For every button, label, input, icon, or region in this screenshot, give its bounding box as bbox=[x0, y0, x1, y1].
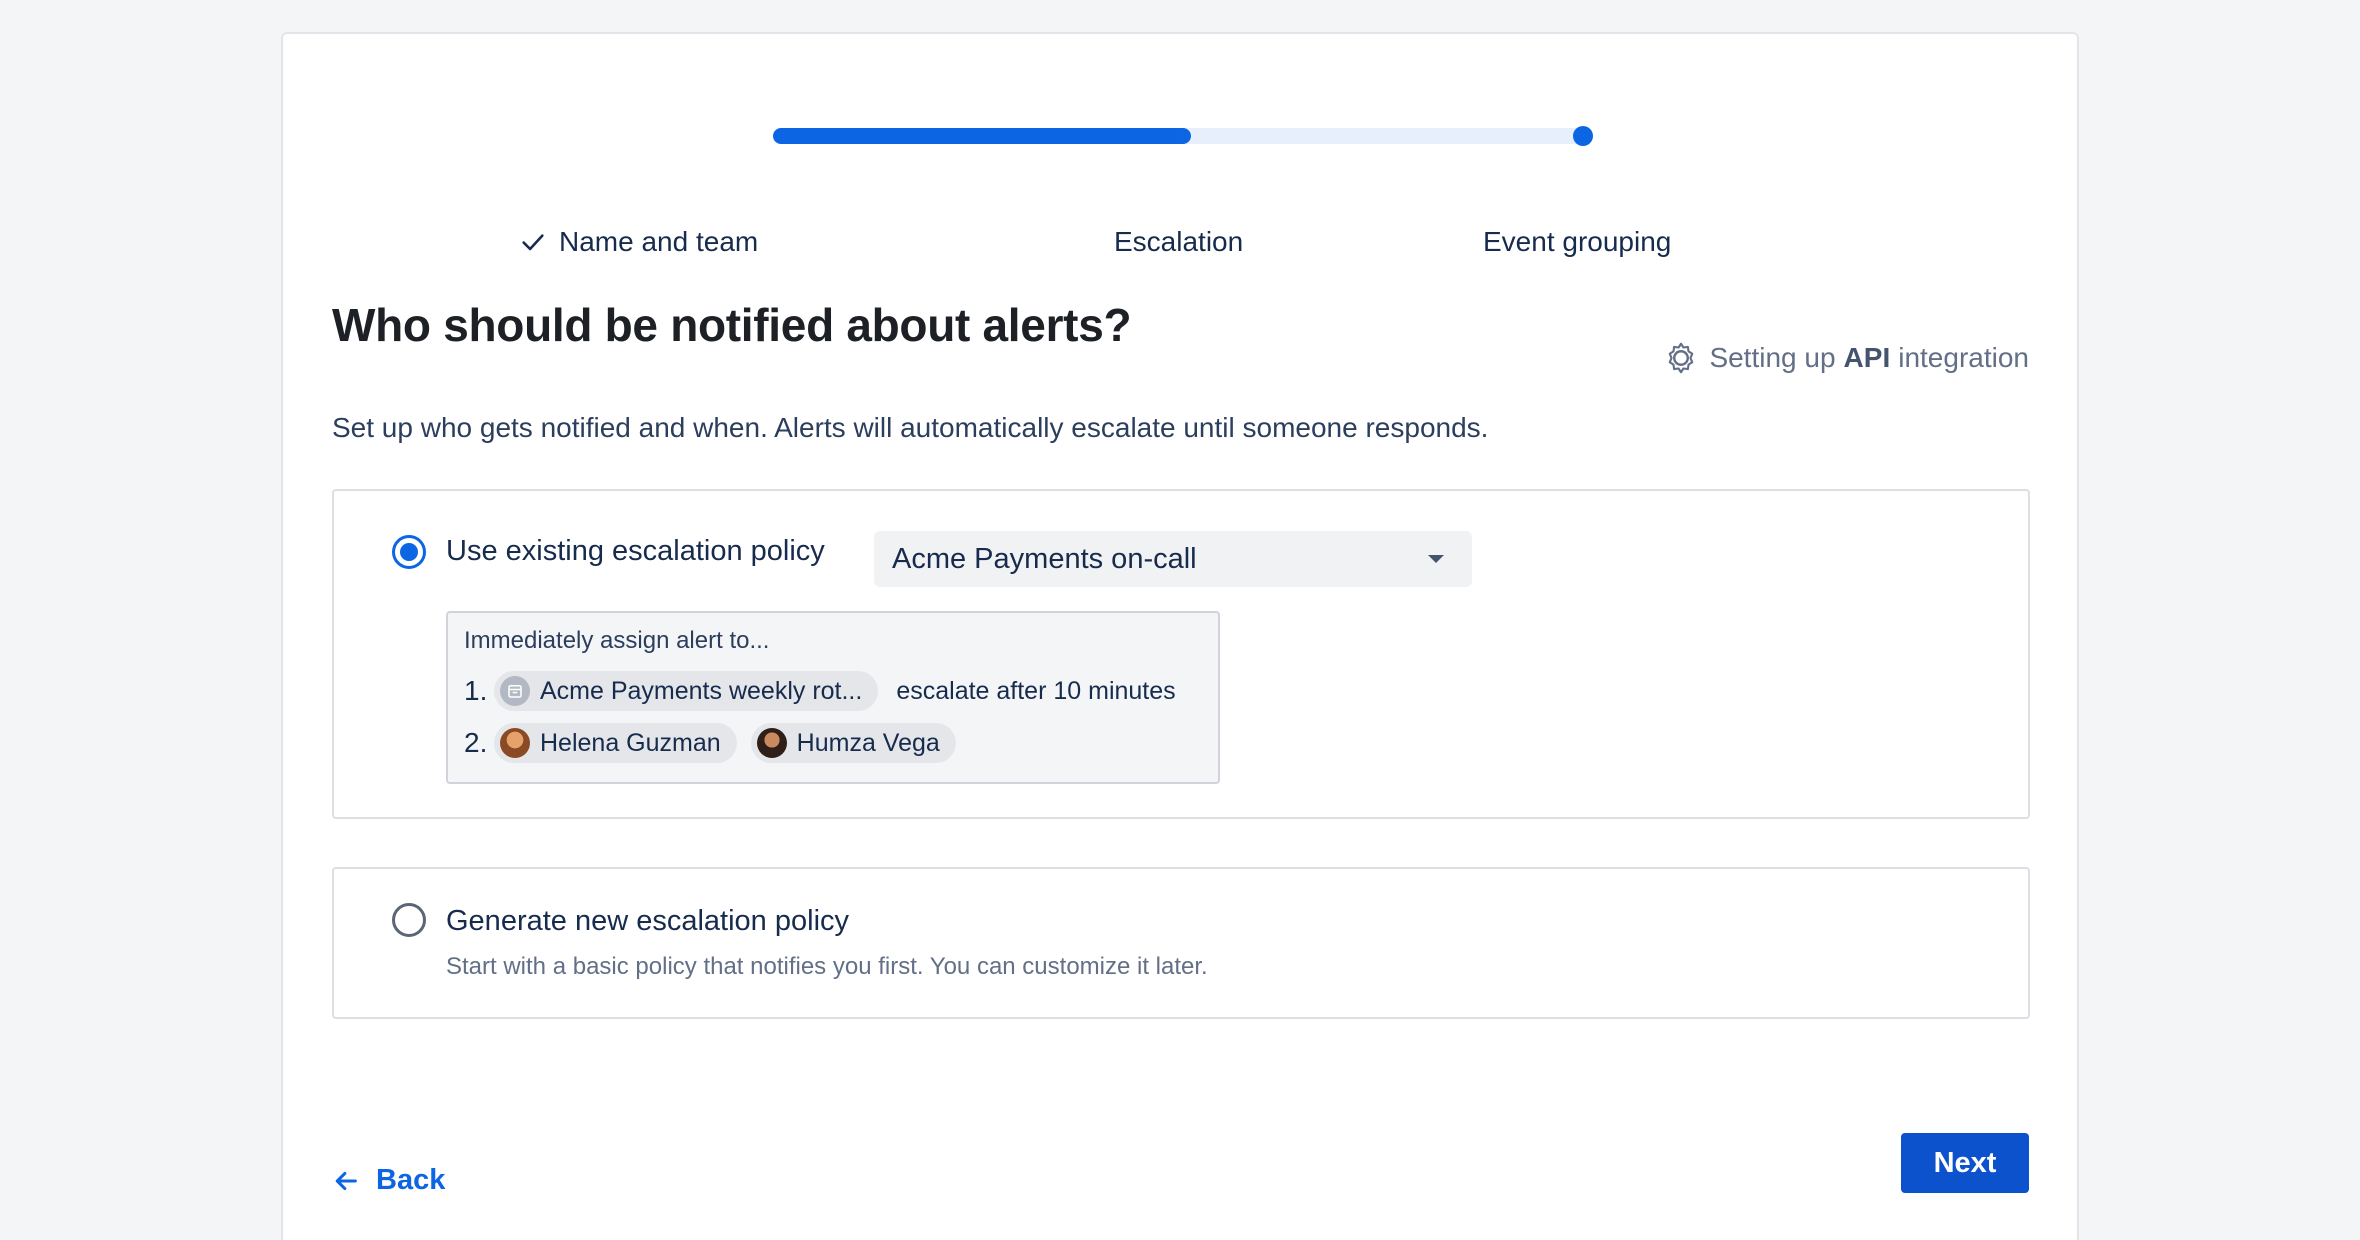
policy-preview-heading: Immediately assign alert to... bbox=[464, 627, 770, 654]
wizard-card: Name and team Escalation Event grouping … bbox=[281, 32, 2079, 1240]
webhook-icon bbox=[1669, 342, 1694, 374]
arrow-left-icon bbox=[335, 1171, 357, 1190]
progress-fill bbox=[773, 128, 1192, 144]
escalate-note: escalate after 10 minutes bbox=[896, 676, 1176, 705]
option-label: Use existing escalation policy bbox=[446, 535, 825, 567]
policy-preview: Immediately assign alert to... 1. Acme P… bbox=[446, 611, 1220, 784]
option-description: Start with a basic policy that notifies … bbox=[446, 953, 1208, 980]
option-label: Generate new escalation policy bbox=[446, 905, 850, 937]
option-existing-policy[interactable]: Use existing escalation policy Acme Paym… bbox=[332, 489, 2030, 819]
calendar-icon bbox=[500, 676, 530, 706]
policy-row: 1. Acme Payments weekly rot... escalate … bbox=[464, 671, 1176, 711]
page-title: Who should be notified about alerts? bbox=[332, 299, 1132, 351]
schedule-chip[interactable]: Acme Payments weekly rot... bbox=[494, 671, 879, 711]
next-button[interactable]: Next bbox=[1901, 1133, 2029, 1193]
step-name-and-team[interactable]: Name and team bbox=[519, 226, 758, 258]
step-label: Name and team bbox=[559, 226, 759, 257]
progress-bar bbox=[773, 126, 1593, 146]
integration-note: Setting up API integration bbox=[1663, 340, 2029, 376]
back-button[interactable]: Back bbox=[332, 1164, 445, 1197]
radio-existing-policy[interactable] bbox=[392, 535, 426, 569]
policy-select-value: Acme Payments on-call bbox=[892, 542, 1197, 575]
step-event-grouping[interactable]: Event grouping bbox=[1483, 226, 1671, 258]
page-subtitle: Set up who gets notified and when. Alert… bbox=[332, 412, 1489, 443]
radio-generate-policy[interactable] bbox=[392, 903, 426, 937]
step-escalation[interactable]: Escalation bbox=[1114, 226, 1243, 258]
user-chip-helena-guzman[interactable]: Helena Guzman bbox=[494, 723, 737, 763]
policy-select[interactable]: Acme Payments on-call bbox=[874, 531, 1472, 587]
avatar bbox=[500, 728, 530, 758]
progress-end-dot bbox=[1573, 126, 1593, 146]
chevron-down-icon bbox=[1428, 555, 1444, 563]
check-icon bbox=[522, 234, 544, 251]
policy-row: 2. Helena Guzman Humza Vega bbox=[464, 723, 970, 763]
option-generate-policy[interactable]: Generate new escalation policy Start wit… bbox=[332, 867, 2030, 1019]
user-chip-humza-vega[interactable]: Humza Vega bbox=[750, 723, 956, 763]
step-label: Escalation bbox=[1114, 226, 1244, 257]
avatar bbox=[756, 728, 787, 758]
step-label: Event grouping bbox=[1483, 226, 1672, 257]
